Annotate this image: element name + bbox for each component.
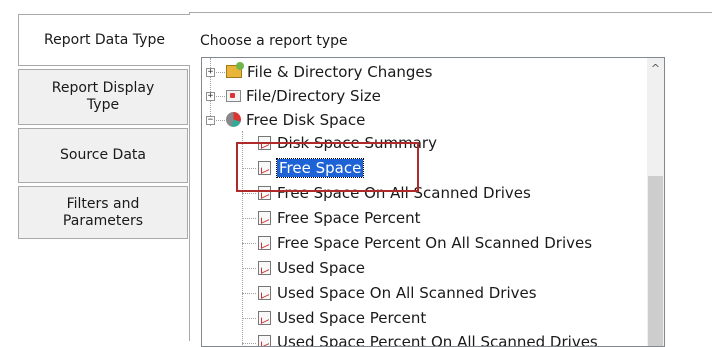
tree-item-free-space-percent[interactable]: Free Space Percent xyxy=(258,207,421,229)
report-chart-icon xyxy=(258,261,271,275)
report-chart-icon xyxy=(258,311,271,325)
tree-item-used-space-all-drives[interactable]: Used Space On All Scanned Drives xyxy=(258,282,537,304)
tree-group-file-directory-changes[interactable]: File & Directory Changes xyxy=(226,61,432,83)
scrollbar-thumb[interactable] xyxy=(648,176,663,346)
disk-pie-icon xyxy=(226,112,241,127)
tree-item-label: Used Space Percent On All Scanned Drives xyxy=(277,333,598,347)
report-chart-icon xyxy=(258,286,271,300)
tab-report-display-type[interactable]: Report Display Type xyxy=(18,69,188,125)
report-chart-icon xyxy=(258,236,271,250)
tree-item-used-space-percent-all-drives[interactable]: Used Space Percent On All Scanned Drives xyxy=(258,331,598,347)
tree-group-free-disk-space[interactable]: Free Disk Space xyxy=(226,109,365,131)
tree-item-used-space-percent[interactable]: Used Space Percent xyxy=(258,307,426,329)
tree-item-label: Disk Space Summary xyxy=(277,134,437,152)
tree-node-label: Free Disk Space xyxy=(246,111,366,129)
tree-item-disk-space-summary[interactable]: Disk Space Summary xyxy=(258,132,437,154)
scroll-up-arrow-icon[interactable]: ^ xyxy=(650,62,661,75)
tab-filters-and-parameters[interactable]: Filters and Parameters xyxy=(18,186,188,239)
expand-plus-icon[interactable]: + xyxy=(206,68,215,77)
tree-item-label: Free Space Percent On All Scanned Drives xyxy=(277,234,593,252)
tab-label: Source Data xyxy=(60,147,146,163)
report-type-tree[interactable]: + File & Directory Changes + File/Direct… xyxy=(201,57,665,347)
tab-label: Report Display Type xyxy=(51,80,155,113)
tree-item-free-space-all-drives[interactable]: Free Space On All Scanned Drives xyxy=(258,182,531,204)
tab-label: Filters and Parameters xyxy=(62,195,144,229)
report-chart-icon xyxy=(258,211,271,225)
tree-node-label: File/Directory Size xyxy=(246,87,381,105)
folder-changes-icon xyxy=(226,62,244,78)
tab-report-data-type[interactable]: Report Data Type xyxy=(18,14,190,66)
report-chart-icon xyxy=(258,335,271,346)
tree-vertical-scrollbar[interactable]: ^ xyxy=(647,58,664,346)
tree-item-label: Used Space xyxy=(277,259,366,277)
expand-plus-icon[interactable]: + xyxy=(206,92,215,101)
tab-source-data[interactable]: Source Data xyxy=(18,128,188,183)
report-chart-icon xyxy=(258,136,271,150)
tree-item-label: Free Space Percent xyxy=(277,209,421,227)
report-chart-icon xyxy=(258,186,271,200)
tree-item-used-space[interactable]: Used Space xyxy=(258,257,365,279)
tree-item-label: Used Space Percent xyxy=(277,309,427,327)
tree-item-label: Free Space On All Scanned Drives xyxy=(277,184,531,202)
tree-item-free-space-percent-all-drives[interactable]: Free Space Percent On All Scanned Drives xyxy=(258,232,592,254)
report-chart-icon xyxy=(258,161,271,175)
tab-label: Report Data Type xyxy=(44,31,165,48)
tree-group-file-directory-size[interactable]: File/Directory Size xyxy=(226,85,381,107)
tree-item-label: Used Space On All Scanned Drives xyxy=(277,284,537,302)
collapse-minus-icon[interactable]: − xyxy=(206,116,215,125)
panel-label: Choose a report type xyxy=(200,33,348,49)
tree-item-free-space[interactable]: Free Space xyxy=(258,157,365,179)
tree-node-label: File & Directory Changes xyxy=(247,63,433,81)
file-size-icon xyxy=(226,90,241,102)
tree-item-label: Free Space xyxy=(275,158,365,178)
